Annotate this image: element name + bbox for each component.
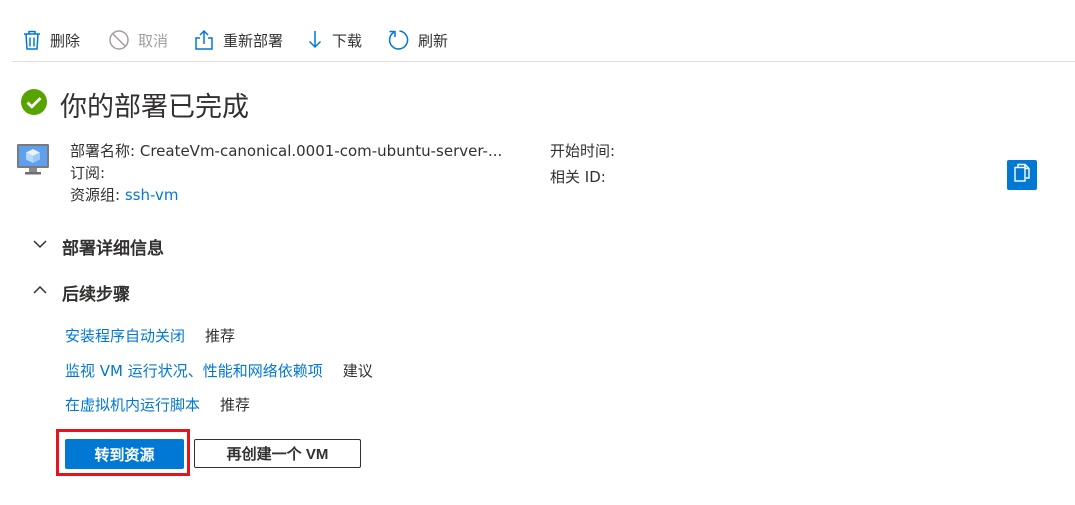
copy-button[interactable]: [1007, 160, 1037, 190]
deployment-name-label: 部署名称:: [70, 142, 136, 160]
correlation-id-label: 相关 ID:: [550, 168, 606, 186]
next-steps-title: 后续步骤: [62, 284, 130, 305]
next-step-item: 安装程序自动关闭 推荐: [65, 324, 235, 346]
delete-button[interactable]: 删除: [22, 28, 80, 52]
next-steps-toggle[interactable]: 后续步骤: [32, 280, 130, 305]
create-another-vm-button[interactable]: 再创建一个 VM: [194, 439, 361, 468]
redeploy-button[interactable]: 重新部署: [193, 28, 283, 52]
deployment-status-header: 你的部署已完成: [20, 86, 249, 123]
deployment-details-toggle[interactable]: 部署详细信息: [32, 234, 164, 259]
page-title: 你的部署已完成: [60, 91, 249, 123]
start-time-row: 开始时间:: [550, 140, 615, 162]
resource-group-label: 资源组:: [70, 186, 121, 204]
download-icon: [306, 29, 324, 51]
refresh-label: 刷新: [418, 31, 449, 50]
command-bar: 删除 取消 重新部署 下载 刷新: [0, 0, 1075, 62]
subscription-row: 订阅:: [70, 162, 105, 184]
recommendation-tag: 推荐: [205, 326, 236, 345]
go-to-resource-button[interactable]: 转到资源: [65, 439, 184, 469]
virtual-machine-icon: [16, 143, 52, 181]
toolbar-divider: [12, 61, 1075, 62]
trash-icon: [22, 29, 42, 51]
correlation-id-row: 相关 ID:: [550, 166, 606, 188]
download-button[interactable]: 下载: [306, 28, 362, 52]
monitor-vm-link[interactable]: 监视 VM 运行状况、性能和网络依赖项: [65, 360, 323, 381]
auto-shutdown-link[interactable]: 安装程序自动关闭: [65, 325, 185, 346]
cancel-label: 取消: [138, 31, 169, 50]
delete-label: 删除: [50, 31, 81, 50]
resource-group-row: 资源组: ssh-vm: [70, 184, 178, 206]
recommendation-tag: 推荐: [220, 395, 251, 414]
refresh-button[interactable]: 刷新: [386, 28, 448, 52]
deployment-name-row: 部署名称: CreateVm-canonical.0001-com-ubuntu…: [70, 140, 502, 162]
redeploy-label: 重新部署: [223, 31, 284, 50]
refresh-icon: [386, 28, 410, 52]
run-script-link[interactable]: 在虚拟机内运行脚本: [65, 394, 200, 415]
deployment-name-value: CreateVm-canonical.0001-com-ubuntu-serve…: [139, 142, 503, 160]
download-label: 下载: [332, 31, 363, 50]
deployment-details-title: 部署详细信息: [62, 238, 164, 259]
resource-group-link[interactable]: ssh-vm: [125, 186, 179, 204]
copy-icon: [1013, 163, 1031, 187]
cancel-button[interactable]: 取消: [108, 28, 168, 52]
cancel-icon: [108, 29, 130, 51]
chevron-up-icon: [32, 282, 48, 302]
upload-icon: [193, 29, 215, 51]
success-check-icon: [20, 88, 48, 120]
chevron-down-icon: [32, 236, 48, 256]
subscription-label: 订阅:: [70, 164, 106, 182]
recommendation-tag: 建议: [342, 361, 373, 380]
start-time-label: 开始时间:: [550, 142, 616, 160]
next-step-item: 监视 VM 运行状况、性能和网络依赖项 建议: [65, 359, 373, 381]
next-step-item: 在虚拟机内运行脚本 推荐: [65, 393, 250, 415]
